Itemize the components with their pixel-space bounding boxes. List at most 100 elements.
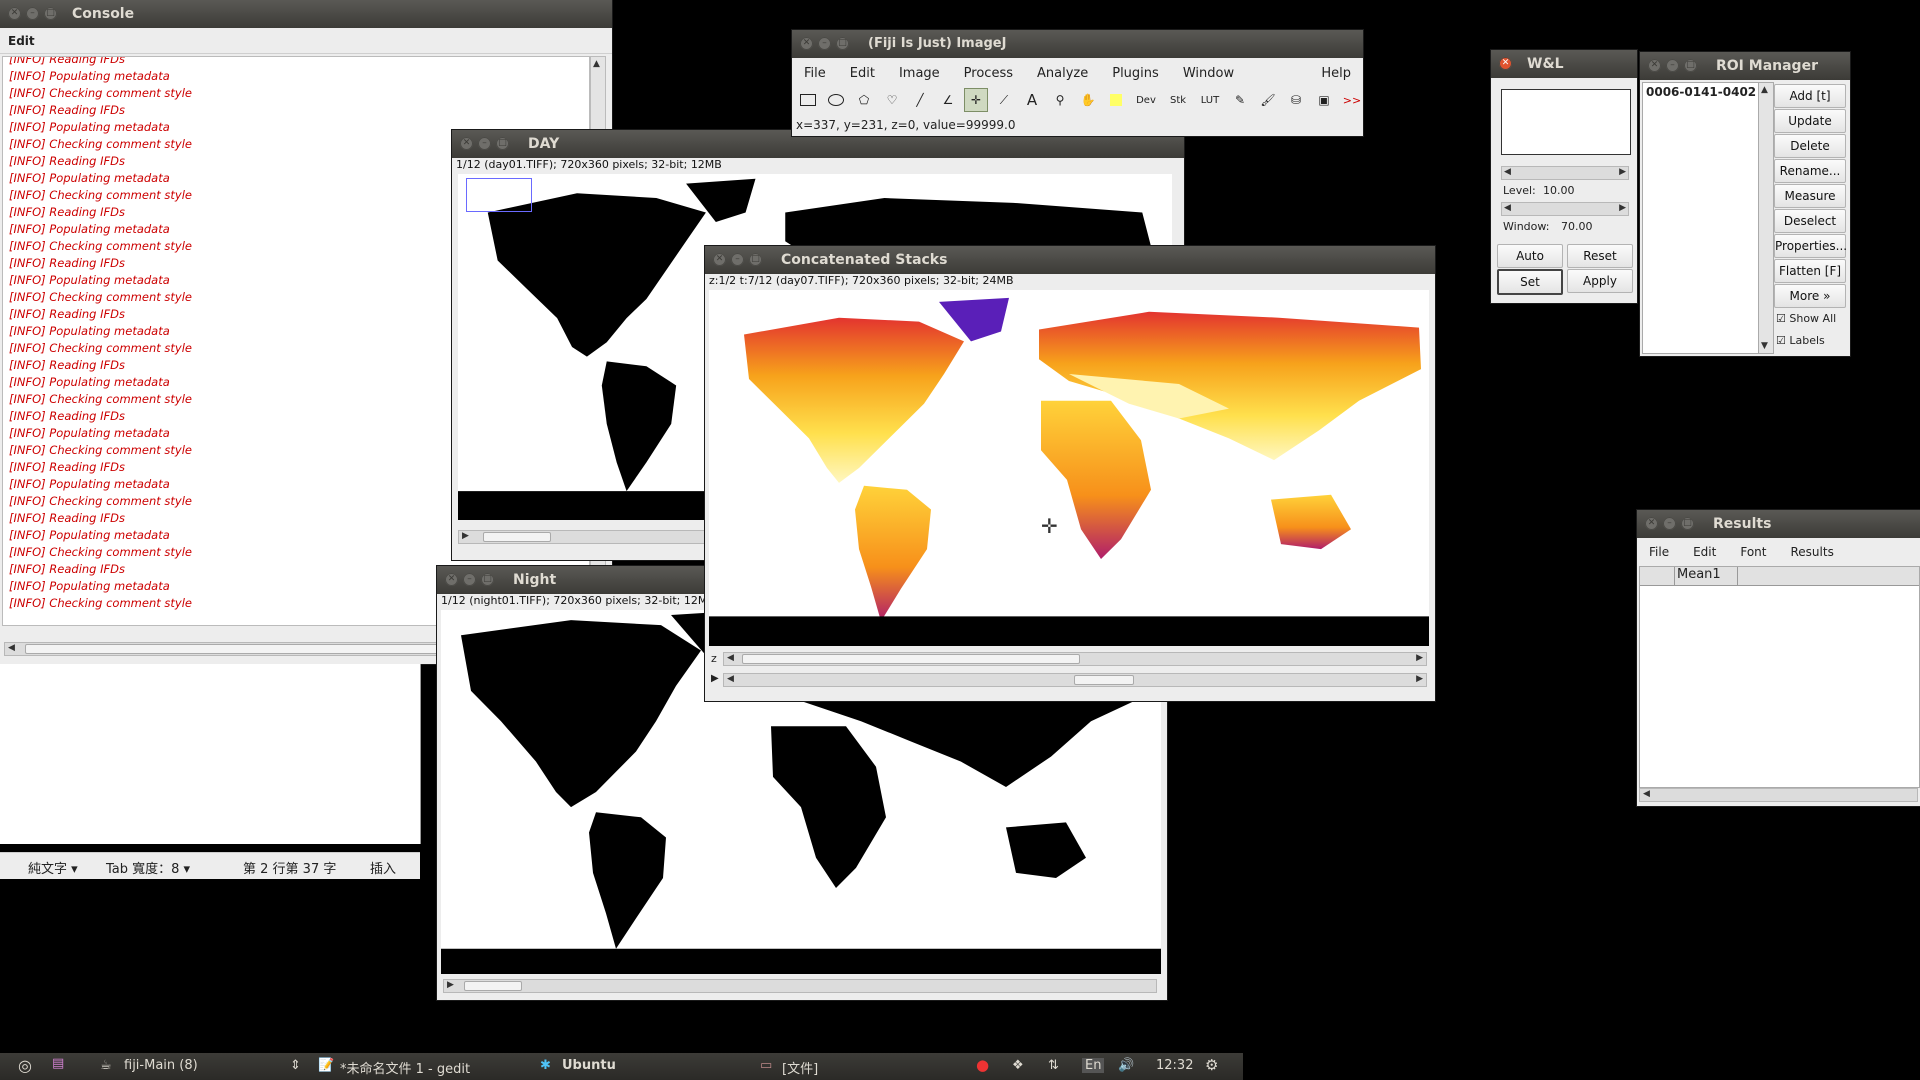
- brush-icon[interactable]: 🖌: [1256, 88, 1280, 112]
- scroll-left-icon[interactable]: ◀: [727, 674, 734, 684]
- text-tool[interactable]: A: [1020, 88, 1044, 112]
- slider-thumb[interactable]: [742, 654, 1080, 664]
- scroll-left-icon[interactable]: ◀: [1643, 789, 1650, 799]
- point-tool[interactable]: ✛: [964, 88, 988, 112]
- minimize-icon[interactable]: –: [478, 137, 491, 150]
- maximize-icon[interactable]: □: [496, 137, 509, 150]
- record-icon[interactable]: ●: [976, 1056, 989, 1074]
- level-slider[interactable]: ◀ ▶: [1501, 166, 1629, 180]
- maximize-icon[interactable]: □: [1684, 59, 1697, 72]
- column-header[interactable]: [1640, 567, 1675, 585]
- maximize-icon[interactable]: □: [836, 37, 849, 50]
- scroll-thumb[interactable]: [464, 981, 522, 991]
- concat-titlebar[interactable]: ✕ – □ Concatenated Stacks: [705, 246, 1435, 274]
- menu-file[interactable]: File: [792, 61, 838, 87]
- rectangle-tool[interactable]: [796, 88, 820, 112]
- measure-button[interactable]: Measure: [1774, 184, 1846, 208]
- wl-titlebar[interactable]: ✕ W&L: [1491, 50, 1637, 78]
- z-slider[interactable]: ◀ ▶: [723, 652, 1427, 666]
- scroll-right-icon[interactable]: ▶: [1416, 674, 1423, 684]
- taskbar-item-ubuntu[interactable]: Ubuntu: [562, 1058, 616, 1073]
- concat-image-canvas[interactable]: ✛: [709, 290, 1429, 646]
- scroll-left-icon[interactable]: ◀: [727, 653, 734, 663]
- flatten-button[interactable]: Flatten [F]: [1774, 259, 1846, 283]
- delete-button[interactable]: Delete: [1774, 134, 1846, 158]
- menu-edit[interactable]: Edit: [0, 29, 43, 53]
- hand-tool[interactable]: ✋: [1076, 88, 1100, 112]
- deselect-button[interactable]: Deselect: [1774, 209, 1846, 233]
- close-icon[interactable]: ✕: [713, 253, 726, 266]
- keyboard-layout-indicator[interactable]: En: [1082, 1058, 1105, 1073]
- close-icon[interactable]: ✕: [8, 7, 21, 20]
- menu-results[interactable]: Results: [1778, 540, 1845, 564]
- scroll-right-icon[interactable]: ▶: [1619, 167, 1626, 177]
- slider-thumb[interactable]: [1074, 675, 1134, 685]
- close-icon[interactable]: ✕: [1648, 59, 1661, 72]
- roi-vscroll[interactable]: ▲ ▼: [1758, 82, 1774, 354]
- maximize-icon[interactable]: □: [44, 7, 57, 20]
- console-titlebar[interactable]: ✕ – □ Console: [0, 0, 612, 28]
- minimize-icon[interactable]: –: [1663, 517, 1676, 530]
- close-icon[interactable]: ✕: [445, 573, 458, 586]
- roi-list[interactable]: 0006-0141-0402: [1642, 82, 1762, 354]
- apply-button[interactable]: Apply: [1567, 269, 1633, 293]
- dev-tool[interactable]: Dev: [1132, 88, 1160, 112]
- language-selector[interactable]: 純文字 ▾: [28, 858, 78, 877]
- night-hscroll[interactable]: ▶: [443, 979, 1157, 993]
- window-slider[interactable]: ◀ ▶: [1501, 202, 1629, 216]
- play-icon[interactable]: ▶: [462, 531, 469, 541]
- pencil-icon[interactable]: ✎: [1228, 88, 1252, 112]
- wand-tool[interactable]: ⟋: [992, 88, 1016, 112]
- angle-tool[interactable]: ∠: [936, 88, 960, 112]
- pixel-inspector-icon[interactable]: ▣: [1312, 88, 1336, 112]
- network-icon[interactable]: ⇅: [1048, 1058, 1059, 1073]
- taskbar-item-files[interactable]: [文件]: [782, 1058, 818, 1077]
- reset-button[interactable]: Reset: [1567, 244, 1633, 268]
- zoom-tool[interactable]: ⚲: [1048, 88, 1072, 112]
- minimize-icon[interactable]: –: [731, 253, 744, 266]
- oval-tool[interactable]: [824, 88, 848, 112]
- roi-titlebar[interactable]: ✕ – □ ROI Manager: [1640, 52, 1850, 80]
- stk-tool[interactable]: Stk: [1164, 88, 1192, 112]
- menu-file[interactable]: File: [1637, 540, 1681, 564]
- roi-rectangle[interactable]: [466, 178, 532, 212]
- add-button[interactable]: Add [t]: [1774, 84, 1846, 108]
- play-icon[interactable]: ▶: [447, 980, 454, 990]
- menu-help[interactable]: Help: [1309, 61, 1363, 87]
- color-picker-tool[interactable]: [1104, 88, 1128, 112]
- results-table[interactable]: Mean1: [1639, 566, 1920, 788]
- play-icon[interactable]: ▶: [711, 673, 719, 684]
- scroll-left-icon[interactable]: ◀: [1504, 167, 1511, 177]
- settings-gear-icon[interactable]: ⚙: [1205, 1056, 1218, 1074]
- results-titlebar[interactable]: ✕ – □ Results: [1637, 510, 1920, 538]
- close-icon[interactable]: ✕: [800, 37, 813, 50]
- menu-edit[interactable]: Edit: [1681, 540, 1728, 564]
- flood-fill-icon[interactable]: ⛁: [1284, 88, 1308, 112]
- labels-checkbox[interactable]: ☑ Labels: [1776, 334, 1825, 347]
- more-button[interactable]: More »: [1774, 284, 1846, 308]
- scroll-thumb[interactable]: [483, 532, 551, 542]
- more-tools-icon[interactable]: >>: [1340, 88, 1363, 112]
- line-tool[interactable]: ╱: [908, 88, 932, 112]
- minimize-icon[interactable]: –: [26, 7, 39, 20]
- maximize-icon[interactable]: □: [749, 253, 762, 266]
- show-desktop-icon[interactable]: ▤: [52, 1056, 64, 1071]
- tab-width-selector[interactable]: Tab 寬度：8 ▾: [106, 858, 190, 877]
- scroll-right-icon[interactable]: ▶: [1416, 653, 1423, 663]
- dropbox-icon[interactable]: ❖: [1012, 1058, 1024, 1073]
- minimize-icon[interactable]: –: [463, 573, 476, 586]
- show-all-checkbox[interactable]: ☑ Show All: [1776, 312, 1836, 325]
- minimize-icon[interactable]: –: [818, 37, 831, 50]
- scroll-down-icon[interactable]: ▼: [1761, 341, 1768, 351]
- minimize-icon[interactable]: –: [1666, 59, 1679, 72]
- maximize-icon[interactable]: □: [481, 573, 494, 586]
- updown-icon[interactable]: ⇕: [290, 1058, 301, 1073]
- scroll-left-icon[interactable]: ◀: [8, 643, 15, 653]
- lut-tool[interactable]: LUT: [1196, 88, 1224, 112]
- menu-image[interactable]: Image: [887, 61, 952, 87]
- taskbar-item-gedit[interactable]: *未命名文件 1 - gedit: [340, 1058, 470, 1077]
- menu-process[interactable]: Process: [952, 61, 1025, 87]
- scroll-right-icon[interactable]: ▶: [1619, 203, 1626, 213]
- imagej-titlebar[interactable]: ✕ – □ (Fiji Is Just) ImageJ: [792, 30, 1363, 58]
- close-icon[interactable]: ✕: [460, 137, 473, 150]
